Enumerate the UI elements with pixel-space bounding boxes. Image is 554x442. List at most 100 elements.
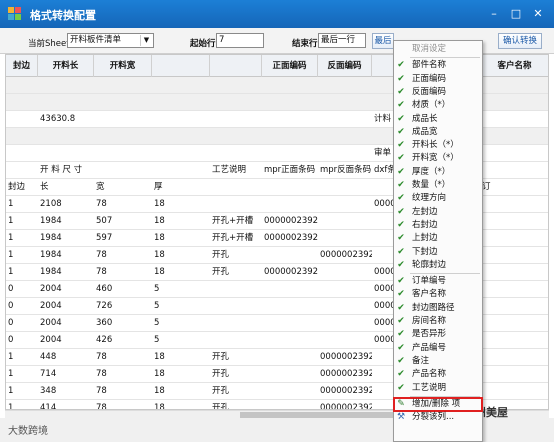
table-cell[interactable]: 开孔: [212, 366, 262, 383]
table-cell[interactable]: 5: [154, 315, 210, 332]
table-cell[interactable]: [212, 196, 262, 213]
table-cell[interactable]: [320, 77, 372, 94]
menu-item[interactable]: ✔ 备注: [394, 355, 482, 368]
close-icon[interactable]: ✕: [530, 7, 546, 21]
table-cell[interactable]: 414: [40, 400, 94, 409]
table-cell[interactable]: 78: [96, 366, 152, 383]
header-cell[interactable]: [372, 55, 394, 77]
header-cell[interactable]: 开料宽: [94, 55, 152, 77]
table-cell[interactable]: [374, 230, 394, 247]
menu-item[interactable]: ✔ 左封边: [394, 206, 482, 219]
table-cell[interactable]: 开孔+开槽: [212, 213, 262, 230]
table-cell[interactable]: [264, 298, 318, 315]
table-cell[interactable]: [482, 315, 548, 332]
menu-item[interactable]: ✔ 是否异形: [394, 328, 482, 341]
table-cell[interactable]: 0: [8, 298, 38, 315]
table-cell[interactable]: [8, 128, 38, 145]
table-cell[interactable]: [8, 145, 38, 162]
table-cell[interactable]: 2004: [40, 332, 94, 349]
table-cell[interactable]: [374, 400, 394, 409]
chevron-down-icon[interactable]: ▼: [140, 35, 152, 46]
table-cell[interactable]: [40, 145, 94, 162]
last-row-button[interactable]: 最后: [372, 33, 394, 49]
menu-item[interactable]: ✔ 封边图路径: [394, 302, 482, 315]
table-cell[interactable]: [154, 77, 210, 94]
menu-item[interactable]: ✔ 房间名称: [394, 315, 482, 328]
table-cell[interactable]: 426: [96, 332, 152, 349]
table-cell[interactable]: [96, 145, 152, 162]
table-cell[interactable]: [212, 332, 262, 349]
table-cell[interactable]: 348: [40, 383, 94, 400]
menu-item[interactable]: ✔ 右封边: [394, 219, 482, 232]
table-cell[interactable]: 1: [8, 400, 38, 409]
table-cell[interactable]: [320, 145, 372, 162]
table-cell[interactable]: [320, 298, 372, 315]
table-cell[interactable]: [482, 196, 548, 213]
table-cell[interactable]: [264, 366, 318, 383]
table-cell[interactable]: [154, 94, 210, 111]
table-cell[interactable]: 0: [8, 281, 38, 298]
table-cell[interactable]: [374, 366, 394, 383]
table-cell[interactable]: 工艺说明: [212, 162, 262, 179]
table-cell[interactable]: 00000: [374, 196, 394, 213]
table-cell[interactable]: 宽: [96, 179, 152, 196]
header-cell[interactable]: 客户名称: [480, 55, 548, 77]
table-cell[interactable]: [320, 213, 372, 230]
menu-item[interactable]: ✔ 客户名称: [394, 288, 482, 301]
table-cell[interactable]: 00000: [374, 315, 394, 332]
table-cell[interactable]: dxf条: [374, 162, 394, 179]
table-cell[interactable]: [264, 128, 318, 145]
menu-item[interactable]: ✔ 数量（*）: [394, 179, 482, 192]
table-cell[interactable]: 00000023923000: [320, 383, 372, 400]
sheet-select[interactable]: 开料板件清单 ▼: [67, 33, 154, 48]
table-cell[interactable]: [40, 77, 94, 94]
table-cell[interactable]: [264, 349, 318, 366]
table-cell[interactable]: 0: [8, 332, 38, 349]
table-cell[interactable]: 封边: [8, 179, 38, 196]
menu-item[interactable]: 取消设定: [394, 43, 482, 56]
table-cell[interactable]: [264, 111, 318, 128]
table-cell[interactable]: [482, 94, 548, 111]
table-cell[interactable]: [482, 230, 548, 247]
table-cell[interactable]: 00000023923000: [320, 366, 372, 383]
menu-item[interactable]: ✔ 产品名称: [394, 368, 482, 381]
table-cell[interactable]: 长: [40, 179, 94, 196]
table-cell[interactable]: [374, 179, 394, 196]
table-cell[interactable]: [212, 111, 262, 128]
table-cell[interactable]: 1: [8, 196, 38, 213]
menu-item[interactable]: ✔ 订单编号: [394, 275, 482, 288]
table-cell[interactable]: 2004: [40, 281, 94, 298]
table-cell[interactable]: 2004: [40, 298, 94, 315]
menu-item[interactable]: ✔ 正面编码: [394, 73, 482, 86]
table-cell[interactable]: [8, 162, 38, 179]
menu-item[interactable]: ✔ 工艺说明: [394, 382, 482, 395]
table-cell[interactable]: 448: [40, 349, 94, 366]
menu-item[interactable]: ✔ 产品编号: [394, 342, 482, 355]
table-cell[interactable]: 78: [96, 264, 152, 281]
table-cell[interactable]: 18: [154, 196, 210, 213]
table-cell[interactable]: 18: [154, 400, 210, 409]
header-cell[interactable]: 封边: [6, 55, 38, 77]
menu-item[interactable]: ⚒ 分裂该列...: [394, 411, 482, 424]
table-cell[interactable]: [212, 128, 262, 145]
table-cell[interactable]: 1984: [40, 230, 94, 247]
table-cell[interactable]: [96, 94, 152, 111]
table-cell[interactable]: [212, 298, 262, 315]
table-cell[interactable]: 0: [8, 315, 38, 332]
table-cell[interactable]: [40, 128, 94, 145]
table-cell[interactable]: 00000: [374, 298, 394, 315]
table-cell[interactable]: 18: [154, 366, 210, 383]
table-cell[interactable]: 597: [96, 230, 152, 247]
table-cell[interactable]: 43630.8: [40, 111, 94, 128]
table-cell[interactable]: 开孔: [212, 349, 262, 366]
table-cell[interactable]: 507: [96, 213, 152, 230]
menu-item[interactable]: ✔ 下封边: [394, 246, 482, 259]
table-cell[interactable]: 1984: [40, 247, 94, 264]
table-cell[interactable]: [264, 145, 318, 162]
table-cell[interactable]: 360: [96, 315, 152, 332]
table-cell[interactable]: [264, 179, 318, 196]
table-cell[interactable]: [482, 162, 548, 179]
table-cell[interactable]: 0000002392300000239230000: [264, 230, 318, 247]
table-cell[interactable]: [264, 383, 318, 400]
menu-item[interactable]: ✔ 开料宽（*）: [394, 152, 482, 165]
